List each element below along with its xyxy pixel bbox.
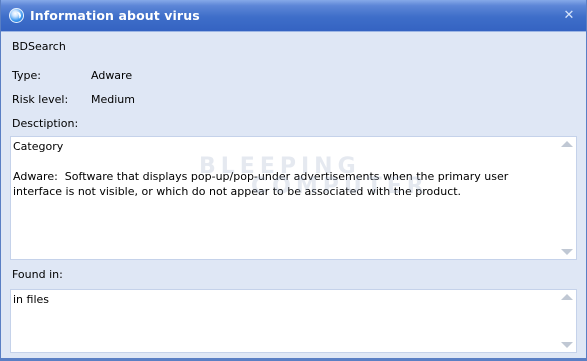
risk-level-value: Medium	[91, 93, 135, 106]
found-in-scrollbar[interactable]	[559, 290, 576, 352]
found-in-textbox[interactable]: in files	[10, 289, 577, 353]
virus-info-dialog: Information about virus ✕ BDSearch Type:…	[0, 0, 587, 361]
virus-info-icon	[9, 8, 24, 23]
scroll-up-icon[interactable]	[561, 294, 573, 300]
found-in-label: Found in:	[12, 268, 63, 281]
found-in-value: in files	[13, 293, 50, 306]
type-label: Type:	[12, 69, 41, 82]
close-button[interactable]: ✕	[561, 8, 577, 24]
title-divider	[1, 31, 586, 32]
description-label: Desctiption:	[12, 117, 79, 130]
virus-name: BDSearch	[12, 40, 66, 53]
risk-level-label: Risk level:	[12, 93, 69, 106]
description-heading: Category	[13, 140, 64, 153]
title-bar[interactable]: Information about virus ✕	[1, 0, 586, 31]
found-in-content: in files	[13, 292, 556, 307]
close-icon: ✕	[563, 8, 575, 23]
scroll-down-icon[interactable]	[561, 249, 573, 255]
scroll-down-icon[interactable]	[561, 342, 573, 348]
scroll-up-icon[interactable]	[561, 141, 573, 147]
type-value: Adware	[91, 69, 133, 82]
watermark: BLEEPING COMPUTER	[199, 156, 429, 199]
window-title: Information about virus	[30, 8, 200, 23]
description-scrollbar[interactable]	[559, 137, 576, 259]
watermark-line-2: COMPUTER	[251, 174, 429, 199]
